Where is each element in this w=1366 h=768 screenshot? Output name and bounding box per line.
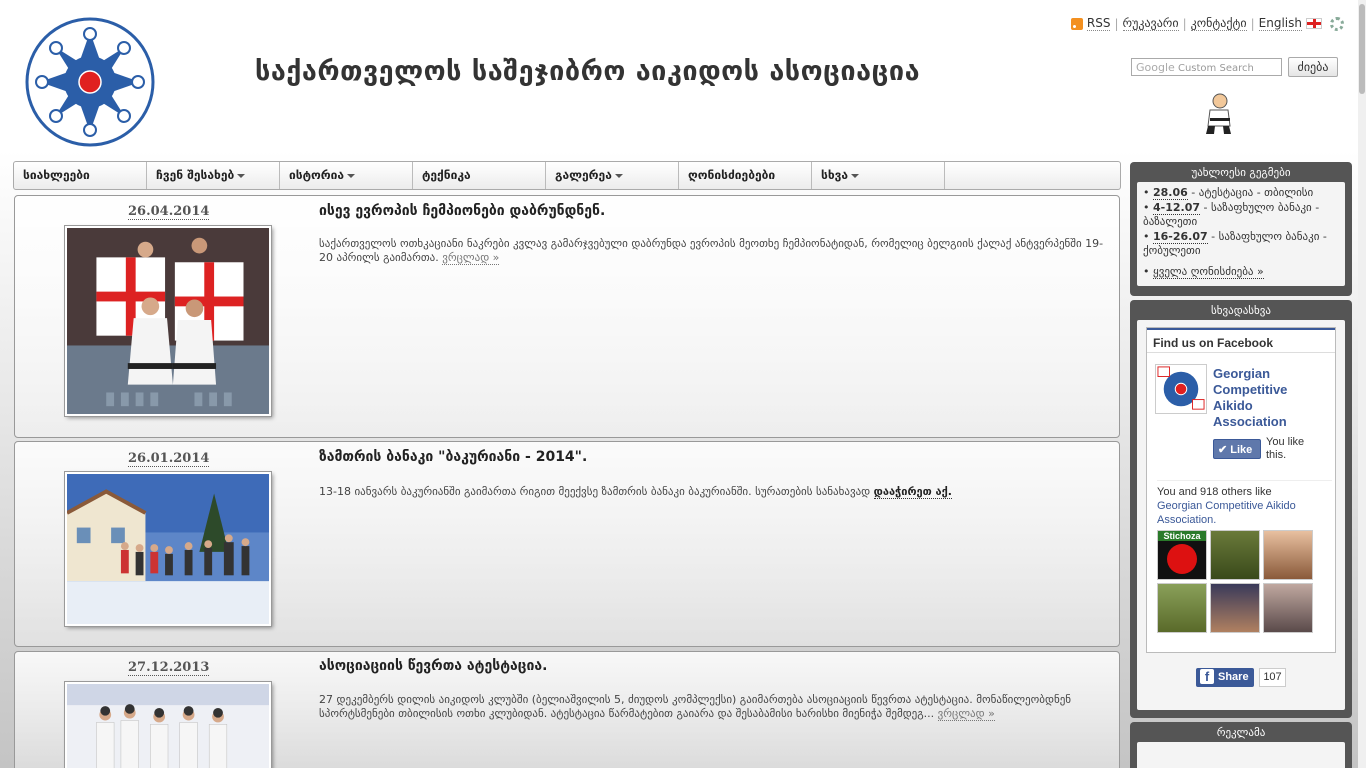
fan-avatar[interactable]: Stichoza xyxy=(1157,530,1207,580)
post-body: 13-18 იანვარს ბაკურიანში გაიმართა რიგით … xyxy=(319,485,1114,499)
news-post: 26.01.2014 ზამთრის ბანაკი "ბაკურიანი - 2… xyxy=(14,441,1120,647)
nav-item-technique[interactable]: ტექნიკა xyxy=(413,162,546,189)
separator: | xyxy=(1250,16,1255,31)
top-links: RSS | რუკავარი | კონტაქტი | English xyxy=(1070,16,1344,31)
event-item: • 16-26.07 - საზაფხულო ბანაკი - ქობულეთი xyxy=(1143,230,1327,257)
nav-label: ღონისძიებები xyxy=(688,168,776,182)
post-date: 27.12.2013 xyxy=(128,660,210,676)
fb-page-name[interactable]: Georgian Competitive Aikido Association xyxy=(1213,366,1323,430)
fan-avatar[interactable] xyxy=(1210,530,1260,580)
sidebox-title: სხვადასხვა xyxy=(1210,304,1272,317)
nav-item-other[interactable]: სხვა xyxy=(812,162,945,189)
event-date[interactable]: 16-26.07 xyxy=(1153,230,1208,244)
search-button[interactable]: ძიება xyxy=(1288,57,1338,77)
read-more-link[interactable]: ვრცლად » xyxy=(442,251,500,265)
english-link[interactable]: English xyxy=(1258,16,1302,31)
aikido-mascot-icon xyxy=(1206,93,1231,134)
caret-down-icon xyxy=(347,173,356,178)
separator: | xyxy=(1114,16,1119,31)
site-title: საქართველოს საშეჯიბრო აიკიდოს ასოციაცია xyxy=(255,56,921,87)
fan-avatar[interactable] xyxy=(1157,583,1207,633)
event-date[interactable]: 28.06 xyxy=(1153,186,1188,200)
fan-label: Stichoza xyxy=(1158,531,1206,541)
count-link[interactable]: Georgian Competitive Aikido Association. xyxy=(1157,500,1296,526)
rss-icon[interactable] xyxy=(1070,17,1083,30)
news-post: 27.12.2013 ასოციაციის წევრთა ატესტაცია. … xyxy=(14,651,1120,768)
scrollbar[interactable] xyxy=(1358,0,1366,768)
post-date: 26.04.2014 xyxy=(128,204,210,220)
sidebox-title: რეკლამა xyxy=(1216,726,1266,739)
like-label: Like xyxy=(1230,444,1253,456)
fan-avatar[interactable] xyxy=(1263,583,1313,633)
fb-share-button[interactable]: Share xyxy=(1196,668,1254,687)
nav-label: სხვა xyxy=(821,168,849,182)
association-logo[interactable] xyxy=(22,14,158,150)
fb-page-logo[interactable] xyxy=(1155,364,1207,414)
nav-label: გალერეა xyxy=(555,168,612,182)
caret-down-icon xyxy=(237,173,246,178)
post-title[interactable]: ზამთრის ბანაკი "ბაკურიანი - 2014". xyxy=(319,449,587,465)
post-title[interactable]: ასოციაციის წევრთა ატესტაცია. xyxy=(319,658,547,674)
count-text: You and 918 others like xyxy=(1157,486,1272,498)
all-events-link[interactable]: ყველა ღონისძიება » xyxy=(1153,265,1264,279)
fan-avatar[interactable] xyxy=(1210,583,1260,633)
site-header: საქართველოს საშეჯიბრო აიკიდოს ასოციაცია … xyxy=(0,0,1366,160)
upcoming-events-box: უახლოესი გეგმები • 28.06 - ატესტაცია - თ… xyxy=(1130,162,1352,296)
uk-flag-icon[interactable] xyxy=(1306,18,1322,29)
stichoza-logo-icon xyxy=(1167,544,1197,574)
facebook-like-box: Find us on Facebook Georgian Competitive… xyxy=(1146,327,1336,653)
check-icon: ✔ xyxy=(1218,444,1231,456)
event-text: - ატესტაცია - თბილისი xyxy=(1187,186,1314,199)
separator: | xyxy=(1182,16,1187,31)
post-title[interactable]: ისევ ევროპის ჩემპიონები დაბრუნდნენ. xyxy=(319,203,605,219)
caret-down-icon xyxy=(614,173,623,178)
nav-item-about[interactable]: ჩვენ შესახებ xyxy=(147,162,280,189)
post-image[interactable] xyxy=(64,225,272,417)
rss-link[interactable]: RSS xyxy=(1086,16,1111,31)
click-here-link[interactable]: დააჭირეთ აქ. xyxy=(873,485,952,499)
main-navigation: სიახლეები ჩვენ შესახებ ისტორია ტექნიკა გ… xyxy=(13,161,1121,190)
post-text: 13-18 იანვარს ბაკურიანში გაიმართა რიგით … xyxy=(319,485,871,498)
events-list: • 28.06 - ატესტაცია - თბილისი • 4-12.07 … xyxy=(1137,182,1345,258)
post-body: 27 დეკემბერს დილის აიკიდოს კლუბში (ბელია… xyxy=(319,693,1114,721)
ads-panel xyxy=(1137,742,1345,768)
scrollbar-thumb[interactable] xyxy=(1359,4,1365,94)
nav-label: სიახლეები xyxy=(23,168,90,182)
google-label: Google xyxy=(1136,61,1175,74)
post-image[interactable] xyxy=(64,681,272,768)
contact-link[interactable]: კონტაქტი xyxy=(1190,16,1247,31)
post-image[interactable] xyxy=(64,471,272,627)
post-body: საქართველოს ოთხკაციანი ნაკრები კვლავ გამ… xyxy=(319,237,1114,265)
events-panel: • 28.06 - ატესტაცია - თბილისი • 4-12.07 … xyxy=(1137,182,1345,286)
caret-down-icon xyxy=(851,173,860,178)
event-item: • 28.06 - ატესტაცია - თბილისი xyxy=(1143,186,1314,200)
nav-item-gallery[interactable]: გალერეა xyxy=(546,162,679,189)
sidebox-title: უახლოესი გეგმები xyxy=(1191,166,1291,179)
fb-like-button[interactable]: ✔ Like xyxy=(1213,439,1261,459)
nav-item-empty xyxy=(945,162,1078,189)
sitemap-link[interactable]: რუკავარი xyxy=(1122,16,1179,31)
nav-item-history[interactable]: ისტორია xyxy=(280,162,413,189)
nav-label: ტექნიკა xyxy=(422,168,471,182)
news-post: 26.04.2014 ისევ ევროპის ჩემპიონები დაბრუ… xyxy=(14,195,1120,438)
event-item: • 4-12.07 - საზაფხულო ბანაკი - ბაზალეთი xyxy=(1143,201,1320,228)
fb-header: Find us on Facebook xyxy=(1147,328,1335,353)
fan-avatar[interactable] xyxy=(1263,530,1313,580)
you-like-text: You like this. xyxy=(1266,436,1305,461)
search-input[interactable]: Google Custom Search xyxy=(1131,58,1282,76)
fb-share-count: 107 xyxy=(1259,668,1286,687)
ads-box: რეკლამა xyxy=(1130,722,1352,768)
nav-label: ისტორია xyxy=(289,168,345,182)
search-placeholder: Custom Search xyxy=(1177,63,1254,74)
read-more-link[interactable]: ვრცლად » xyxy=(937,707,995,721)
post-date: 26.01.2014 xyxy=(128,451,210,467)
post-text: საქართველოს ოთხკაციანი ნაკრები კვლავ გამ… xyxy=(319,237,1104,264)
fb-likes-count: You and 918 others like Georgian Competi… xyxy=(1157,480,1332,527)
event-date[interactable]: 4-12.07 xyxy=(1153,201,1201,215)
nav-item-events[interactable]: ღონისძიებები xyxy=(679,162,812,189)
nav-item-news[interactable]: სიახლეები xyxy=(14,162,147,189)
all-events: • ყველა ღონისძიება » xyxy=(1143,265,1264,279)
nav-label: ჩვენ შესახებ xyxy=(156,168,235,182)
gear-icon[interactable] xyxy=(1330,16,1344,31)
